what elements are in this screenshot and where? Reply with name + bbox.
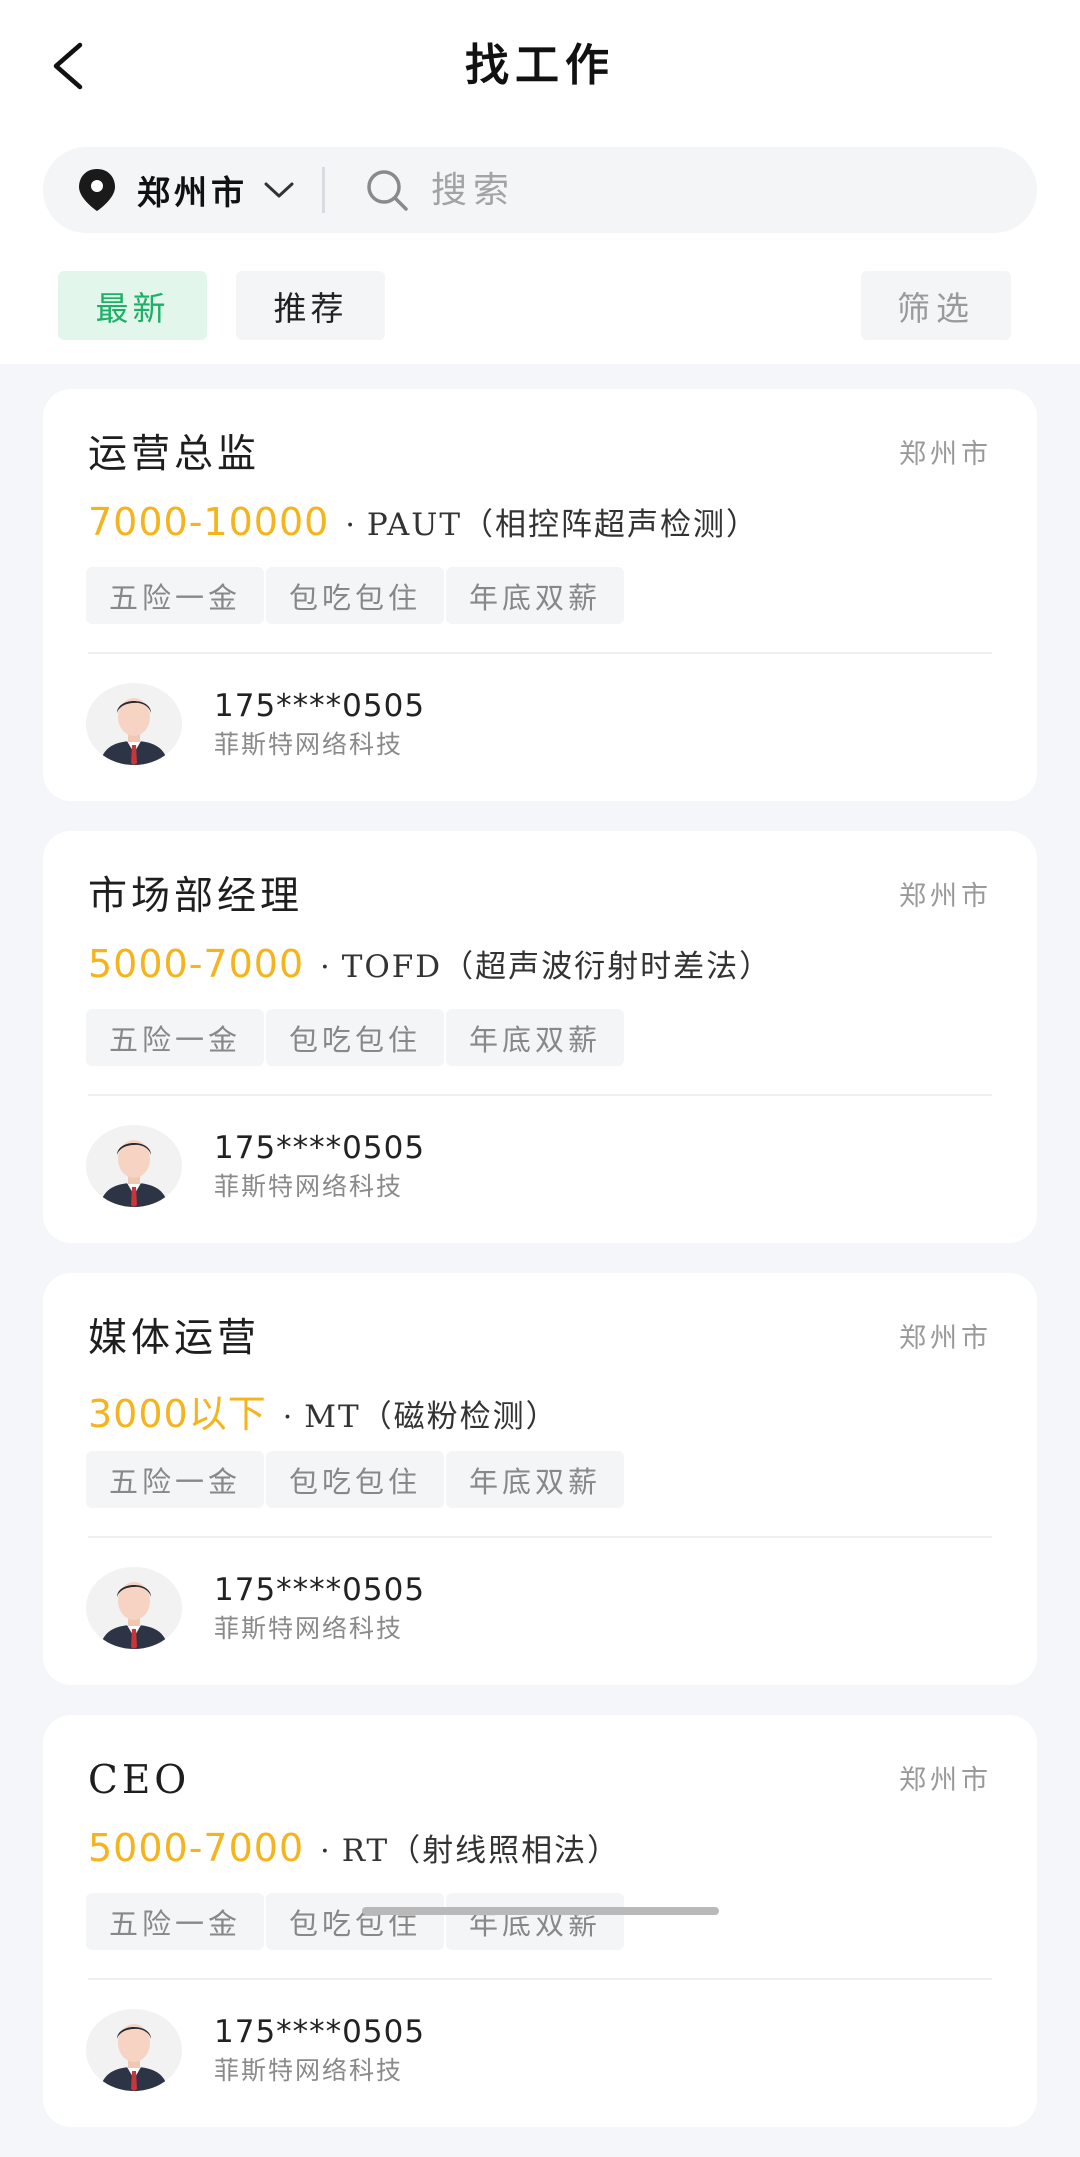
job-title: 媒体运营 [88,1316,261,1361]
card-divider [88,1978,992,1980]
job-tag: 年底双薪 [446,1009,624,1066]
chevron-down-icon [264,182,294,198]
search-bar: 郑州市 [43,147,1037,233]
job-city: 郑州市 [899,881,992,912]
job-salary-line: 3000以下 · MT（磁粉检测） [88,1383,559,1438]
search-icon [367,170,408,211]
city-label: 郑州市 [137,173,248,212]
job-tag: 包吃包住 [266,1893,444,1950]
job-technique: TOFD（超声波衍射时差法） [341,949,773,985]
job-tag: 年底双薪 [446,567,624,624]
job-tag: 五险一金 [86,567,264,624]
job-list: 运营总监 郑州市 7000-10000 · PAUT（相控阵超声检测） 五险一金… [43,389,1037,2157]
separator-dot: · [345,508,355,543]
job-tags: 五险一金 包吃包住 年底双薪 [86,1451,626,1508]
company-name: 菲斯特网络科技 [214,730,404,759]
search-divider [322,167,325,213]
tab-recommended[interactable]: 推荐 [236,271,385,340]
job-salary: 5000-7000 [88,942,305,986]
company-name: 菲斯特网络科技 [214,1172,404,1201]
job-tag: 五险一金 [86,1451,264,1508]
separator-dot: · [282,1400,293,1435]
job-tag: 包吃包住 [266,1451,444,1508]
job-tag: 五险一金 [86,1893,264,1950]
job-tag: 包吃包住 [266,567,444,624]
job-card[interactable]: CEO 郑州市 5000-7000 · RT（射线照相法） 五险一金 包吃包住 … [43,1715,1037,2127]
sort-tabs: 最新 推荐 [58,271,414,340]
job-salary: 3000以下 [88,1392,267,1436]
job-tags: 五险一金 包吃包住 年底双薪 [86,1009,626,1066]
company-name: 菲斯特网络科技 [214,1614,404,1643]
businessman-avatar-icon [86,1125,182,1207]
job-city: 郑州市 [899,1323,992,1354]
job-salary-line: 5000-7000 · RT（射线照相法） [88,1825,620,1870]
recruiter-phone: 175****0505 [214,1130,426,1166]
job-salary: 7000-10000 [88,500,330,544]
job-title: 运营总监 [88,432,261,477]
businessman-avatar-icon [86,1567,182,1649]
search-input[interactable] [431,169,931,211]
city-selector[interactable]: 郑州市 [43,147,294,233]
page-title: 找工作 [465,40,615,91]
home-indicator[interactable] [362,1907,719,1915]
top-section: 找工作 郑州市 最新 推荐 筛选 [0,0,1080,364]
job-technique: PAUT（相控阵超声检测） [366,507,760,543]
job-salary-line: 7000-10000 · PAUT（相控阵超声检测） [88,499,759,544]
job-tags: 五险一金 包吃包住 年底双薪 [86,1893,626,1950]
job-tag: 年底双薪 [446,1893,624,1950]
job-salary: 5000-7000 [88,1826,305,1870]
recruiter-phone: 175****0505 [214,1572,426,1608]
job-card[interactable]: 运营总监 郑州市 7000-10000 · PAUT（相控阵超声检测） 五险一金… [43,389,1037,801]
separator-dot: · [320,1834,330,1869]
recruiter-phone: 175****0505 [214,2014,426,2050]
card-divider [88,1536,992,1538]
tab-latest[interactable]: 最新 [58,271,207,340]
job-city: 郑州市 [899,1765,992,1796]
job-salary-line: 5000-7000 · TOFD（超声波衍射时差法） [88,941,772,986]
job-title: 市场部经理 [88,874,304,919]
separator-dot: · [320,950,330,985]
card-divider [88,652,992,654]
job-tag: 五险一金 [86,1009,264,1066]
card-divider [88,1094,992,1096]
filter-button[interactable]: 筛选 [861,271,1011,340]
job-tag: 包吃包住 [266,1009,444,1066]
job-title: CEO [88,1758,191,1803]
job-tags: 五险一金 包吃包住 年底双薪 [86,567,626,624]
company-name: 菲斯特网络科技 [214,2056,404,2085]
recruiter-phone: 175****0505 [214,688,426,724]
job-technique: MT（磁粉检测） [304,1399,559,1435]
job-technique: RT（射线照相法） [341,1833,621,1869]
businessman-avatar-icon [86,2009,182,2091]
location-pin-icon [79,169,115,211]
businessman-avatar-icon [86,683,182,765]
job-card[interactable]: 媒体运营 郑州市 3000以下 · MT（磁粉检测） 五险一金 包吃包住 年底双… [43,1273,1037,1685]
job-tag: 年底双薪 [446,1451,624,1508]
job-card[interactable]: 市场部经理 郑州市 5000-7000 · TOFD（超声波衍射时差法） 五险一… [43,831,1037,1243]
job-city: 郑州市 [899,439,992,470]
